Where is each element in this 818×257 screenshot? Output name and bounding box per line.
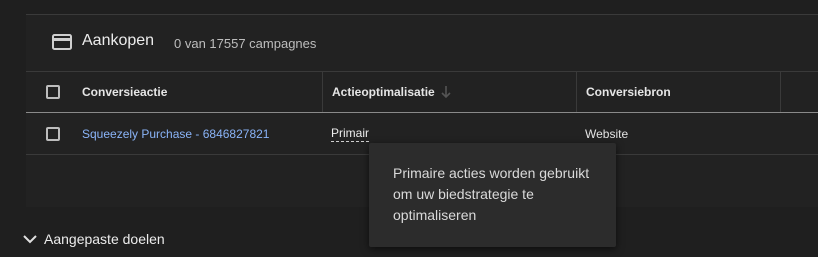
optimization-value[interactable]: Primair xyxy=(331,126,369,142)
extra-cell xyxy=(780,113,818,154)
row-checkbox-cell xyxy=(26,113,72,154)
conversion-source-value: Website xyxy=(585,126,629,141)
credit-card-icon xyxy=(52,34,72,50)
table-header-row: Conversieactie Actieoptimalisatie Conver… xyxy=(26,71,818,112)
custom-goals-label: Aangepaste doelen xyxy=(44,231,165,247)
column-header-action-optimization[interactable]: Actieoptimalisatie xyxy=(322,72,576,112)
card-subtitle: 0 van 17557 campagnes xyxy=(174,36,317,51)
optimization-tooltip: Primaire acties worden gebruikt om uw bi… xyxy=(369,143,616,247)
chevron-down-icon xyxy=(23,235,37,244)
arrow-down-icon xyxy=(441,86,451,99)
column-header-extra xyxy=(780,72,818,112)
column-header-conversion-source[interactable]: Conversiebron xyxy=(576,72,780,112)
column-header-label: Actieoptimalisatie xyxy=(332,85,435,99)
conversion-action-link[interactable]: Squeezely Purchase - 6846827821 xyxy=(82,127,269,141)
row-checkbox[interactable] xyxy=(45,126,60,141)
header-checkbox-cell xyxy=(26,72,72,112)
conversion-action-cell: Squeezely Purchase - 6846827821 xyxy=(72,113,322,154)
card-title: Aankopen xyxy=(82,32,155,49)
column-header-conversion-action[interactable]: Conversieactie xyxy=(72,72,322,112)
tooltip-text: Primaire acties worden gebruikt om uw bi… xyxy=(393,165,590,223)
column-header-label: Conversieactie xyxy=(82,85,168,99)
select-all-checkbox[interactable] xyxy=(45,85,60,99)
card-header: Aankopen 0 van 17557 campagnes xyxy=(26,15,818,71)
column-header-label: Conversiebron xyxy=(586,85,671,99)
custom-goals-toggle[interactable]: Aangepaste doelen xyxy=(22,231,165,247)
